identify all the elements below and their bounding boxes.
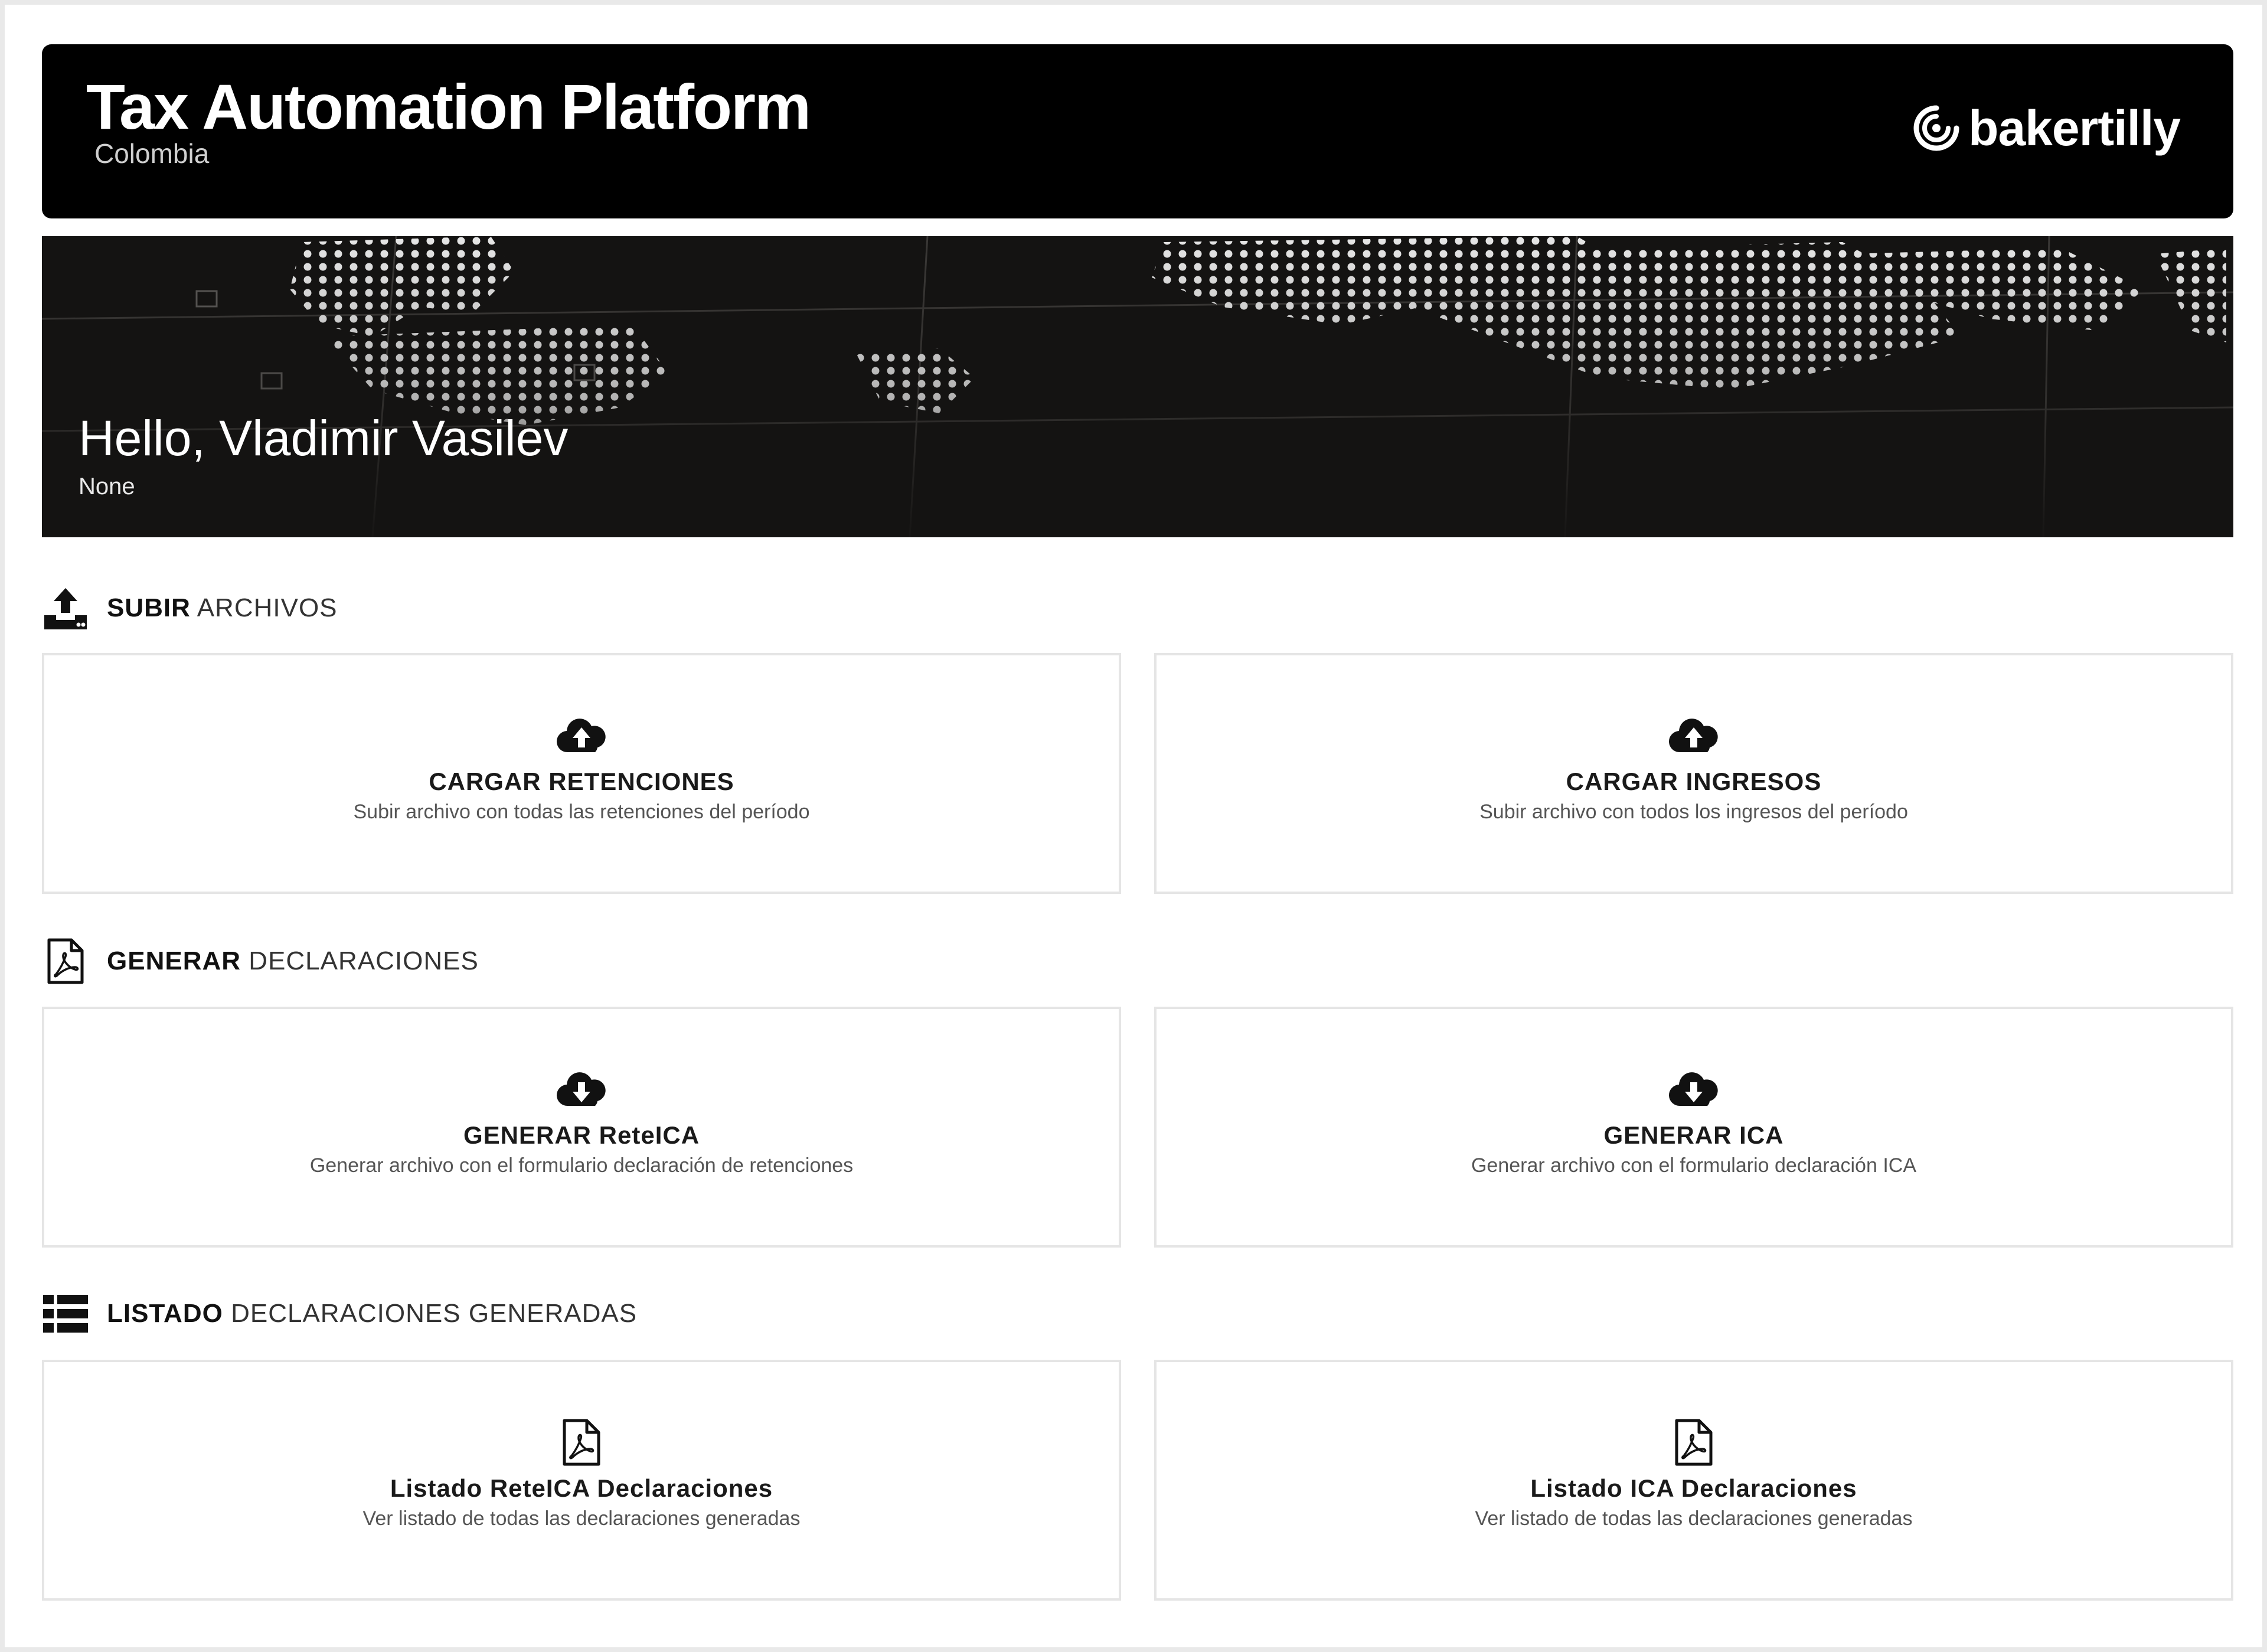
section-header-subir-archivos: SUBIR ARCHIVOS	[42, 582, 338, 635]
pdf-file-icon	[42, 938, 89, 985]
card-cargar-ingresos[interactable]: CARGAR INGRESOS Subir archivo con todos …	[1154, 653, 2233, 894]
section-title: GENERAR DECLARACIONES	[107, 946, 479, 975]
bakertilly-logo-icon	[1913, 105, 1959, 151]
card-generar-reteica[interactable]: GENERAR ReteICA Generar archivo con el f…	[42, 1007, 1121, 1248]
card-cargar-retenciones[interactable]: CARGAR RETENCIONES Subir archivo con tod…	[42, 653, 1121, 894]
app-header: Tax Automation Platform Colombia bakerti…	[42, 44, 2233, 218]
card-description: Ver listado de todas las declaraciones g…	[1475, 1507, 1913, 1530]
section-header-generar-declaraciones: GENERAR DECLARACIONES	[42, 935, 479, 988]
card-title: Listado ReteICA Declaraciones	[390, 1474, 773, 1502]
pdf-file-icon	[1668, 1419, 1719, 1466]
list-icon	[42, 1290, 89, 1337]
pdf-file-icon	[556, 1419, 607, 1466]
card-description: Generar archivo con el formulario declar…	[309, 1154, 854, 1177]
section-header-listado-declaraciones: LISTADO DECLARACIONES GENERADAS	[42, 1287, 637, 1340]
user-role: None	[79, 474, 135, 499]
page-frame: Tax Automation Platform Colombia bakerti…	[5, 5, 2262, 1647]
cloud-upload-icon	[556, 713, 607, 758]
app-subtitle: Colombia	[94, 138, 210, 169]
user-greeting: Hello, Vladimir Vasilev	[79, 410, 569, 466]
card-title: GENERAR ReteICA	[463, 1121, 700, 1149]
card-title: GENERAR ICA	[1603, 1121, 1784, 1149]
world-map-background	[42, 236, 2233, 537]
card-description: Subir archivo con todos los ingresos del…	[1479, 801, 1908, 823]
cloud-download-icon	[556, 1067, 607, 1112]
card-description: Subir archivo con todas las retenciones …	[353, 801, 810, 823]
section-title: SUBIR ARCHIVOS	[107, 593, 338, 622]
card-title: Listado ICA Declaraciones	[1530, 1474, 1857, 1502]
card-generar-ica[interactable]: GENERAR ICA Generar archivo con el formu…	[1154, 1007, 2233, 1248]
hero-banner: Hello, Vladimir Vasilev None	[42, 236, 2233, 537]
cloud-download-icon	[1668, 1067, 1719, 1112]
section-title: LISTADO DECLARACIONES GENERADAS	[107, 1299, 638, 1328]
brand-name: bakertilly	[1968, 100, 2181, 156]
brand-logo: bakertilly	[1912, 99, 2181, 158]
upload-icon	[42, 585, 89, 632]
card-listado-ica[interactable]: Listado ICA Declaraciones Ver listado de…	[1154, 1360, 2233, 1601]
card-title: CARGAR RETENCIONES	[429, 768, 734, 795]
cloud-upload-icon	[1668, 713, 1719, 758]
app-title: Tax Automation Platform	[86, 71, 811, 142]
card-description: Generar archivo con el formulario declar…	[1471, 1154, 1916, 1177]
card-title: CARGAR INGRESOS	[1566, 768, 1822, 795]
card-listado-reteica[interactable]: Listado ReteICA Declaraciones Ver listad…	[42, 1360, 1121, 1601]
card-description: Ver listado de todas las declaraciones g…	[362, 1507, 801, 1530]
